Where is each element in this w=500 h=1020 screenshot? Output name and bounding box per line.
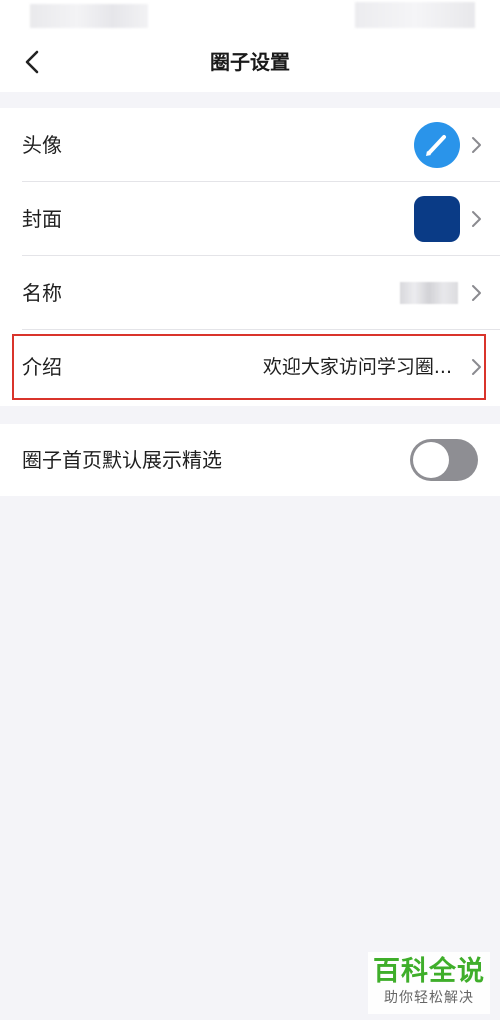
watermark-logo: 百科全说 助你轻松解决: [368, 952, 490, 1014]
settings-row-avatar[interactable]: 头像: [0, 108, 500, 182]
settings-group-featured: 圈子首页默认展示精选: [0, 424, 500, 496]
settings-row-name[interactable]: 名称: [0, 256, 500, 330]
status-bar-left-blurred: [30, 4, 148, 28]
featured-toggle[interactable]: [410, 439, 478, 481]
settings-group-main: 头像 封面 名称 介绍 欢迎大家访问学习圈...: [0, 108, 500, 406]
status-bar-right-blurred: [355, 2, 475, 28]
name-value-blurred: [400, 282, 458, 304]
intro-value: 欢迎大家访问学习圈...: [262, 356, 452, 378]
chevron-right-icon: [470, 357, 482, 377]
settings-row-cover[interactable]: 封面: [0, 182, 500, 256]
navigation-bar: 圈子设置: [0, 36, 500, 92]
featured-label: 圈子首页默认展示精选: [22, 448, 222, 472]
cover-label: 封面: [22, 207, 62, 231]
settings-row-featured: 圈子首页默认展示精选: [0, 424, 500, 496]
status-bar: [0, 0, 500, 36]
avatar-label: 头像: [22, 133, 62, 157]
watermark-main-text: 百科全说: [373, 956, 485, 987]
chevron-right-icon: [470, 283, 482, 303]
toggle-knob: [413, 442, 449, 478]
chevron-right-icon: [470, 135, 482, 155]
chevron-right-icon: [470, 209, 482, 229]
watermark-sub-text: 助你轻松解决: [384, 990, 474, 1006]
settings-row-intro[interactable]: 介绍 欢迎大家访问学习圈...: [0, 330, 500, 404]
cover-thumbnail: [414, 196, 460, 242]
pencil-icon: [426, 135, 446, 156]
page-title: 圈子设置: [210, 50, 290, 74]
intro-label: 介绍: [22, 355, 62, 379]
name-label: 名称: [22, 281, 62, 305]
avatar: [414, 122, 460, 168]
